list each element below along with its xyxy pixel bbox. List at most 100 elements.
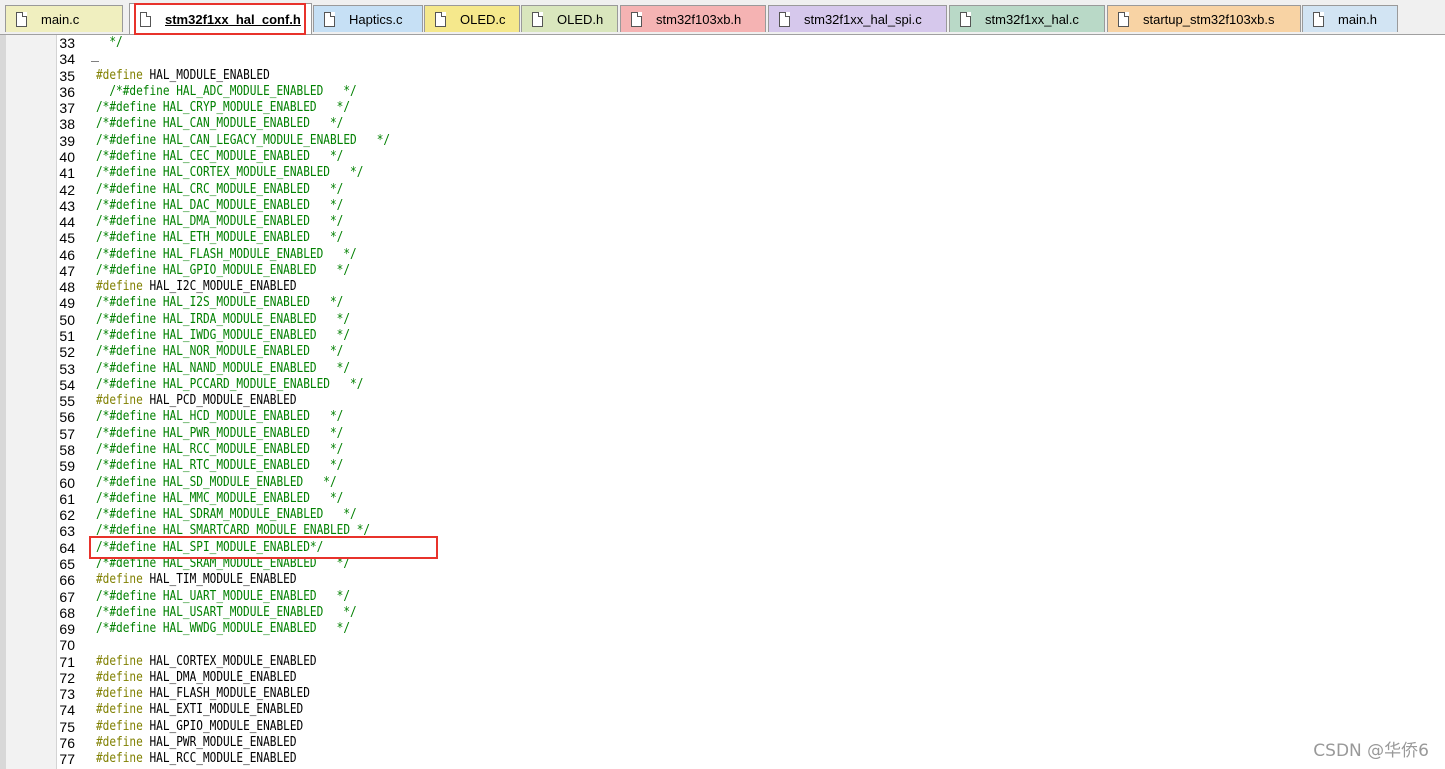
code-line[interactable]: /*#define HAL_IRDA_MODULE_ENABLED */	[96, 312, 350, 328]
code-line[interactable]: /*#define HAL_IWDG_MODULE_ENABLED */	[96, 328, 350, 344]
code-line[interactable]: /*#define HAL_SD_MODULE_ENABLED */	[96, 475, 337, 491]
code-line[interactable]: /*#define HAL_NOR_MODULE_ENABLED */	[96, 344, 343, 360]
preprocessor-keyword: #define	[96, 279, 143, 295]
code-line[interactable]: /*#define HAL_PCCARD_MODULE_ENABLED */	[96, 377, 363, 393]
line-number: 41	[59, 165, 75, 182]
tab-label: main.c	[41, 11, 80, 27]
file-icon	[960, 11, 971, 27]
line-number: 75	[59, 718, 75, 735]
comment-text: /*#define HAL_PWR_MODULE_ENABLED */	[96, 425, 344, 441]
watermark: CSDN @华侨6	[1313, 741, 1429, 761]
code-line[interactable]: /*#define HAL_SPI_MODULE_ENABLED*/	[96, 540, 323, 556]
code-line[interactable]: #define HAL_PWR_MODULE_ENABLED	[96, 735, 297, 751]
code-line[interactable]: /*#define HAL_RCC_MODULE_ENABLED */	[96, 442, 343, 458]
line-number: 50	[59, 311, 75, 328]
comment-text: /*#define HAL_SDRAM_MODULE_ENABLED */	[96, 507, 357, 523]
code-line[interactable]: /*#define HAL_MMC_MODULE_ENABLED */	[96, 491, 343, 507]
code-line[interactable]: #define HAL_RCC_MODULE_ENABLED	[96, 751, 297, 767]
line-number: 66	[59, 572, 75, 589]
comment-text: /*#define HAL_CRC_MODULE_ENABLED */	[96, 181, 344, 197]
code-line[interactable]: /*#define HAL_CEC_MODULE_ENABLED */	[96, 149, 343, 165]
line-number: 52	[59, 344, 75, 361]
code-line[interactable]: /*#define HAL_CORTEX_MODULE_ENABLED */	[96, 165, 363, 181]
comment-text: /*#define HAL_NAND_MODULE_ENABLED */	[96, 360, 351, 376]
tab-main-h[interactable]: main.h	[1302, 5, 1398, 32]
fold-collapse-icon[interactable]	[91, 61, 99, 62]
line-number: 72	[59, 669, 75, 686]
code-line[interactable]: */	[96, 35, 122, 51]
line-number: 63	[59, 523, 75, 540]
comment-text: /*#define HAL_UART_MODULE_ENABLED */	[96, 588, 351, 604]
code-line[interactable]: /*#define HAL_WWDG_MODULE_ENABLED */	[96, 621, 350, 637]
code-line[interactable]: #define HAL_TIM_MODULE_ENABLED	[96, 572, 297, 588]
code-line[interactable]: /*#define HAL_CRC_MODULE_ENABLED */	[96, 182, 343, 198]
code-line[interactable]: /*#define HAL_CRYP_MODULE_ENABLED */	[96, 100, 350, 116]
line-number: 73	[59, 686, 75, 703]
code-line[interactable]: /*#define HAL_UART_MODULE_ENABLED */	[96, 589, 350, 605]
tab-oled-c[interactable]: OLED.c	[424, 5, 520, 32]
code-line[interactable]: /*#define HAL_CAN_MODULE_ENABLED */	[96, 116, 343, 132]
line-number: 51	[59, 328, 75, 345]
line-number: 33	[59, 35, 75, 51]
comment-text: /*#define HAL_MMC_MODULE_ENABLED */	[96, 490, 344, 506]
file-icon	[16, 11, 27, 27]
tab-label: OLED.h	[557, 11, 604, 27]
tab-main-c[interactable]: main.c	[5, 5, 123, 32]
preprocessor-keyword: #define	[96, 718, 143, 734]
tab-stm32f103xb-h[interactable]: stm32f103xb.h	[620, 5, 766, 32]
code-line[interactable]: /*#define HAL_SDRAM_MODULE_ENABLED */	[96, 507, 357, 523]
code-line[interactable]: /*#define HAL_CAN_LEGACY_MODULE_ENABLED …	[96, 133, 390, 149]
comment-text: /*#define HAL_ETH_MODULE_ENABLED */	[96, 230, 344, 246]
code-line[interactable]: /*#define HAL_DAC_MODULE_ENABLED */	[96, 198, 343, 214]
code-line[interactable]: /*#define HAL_GPIO_MODULE_ENABLED */	[96, 263, 350, 279]
tab-stm32f1xx-hal-spi-c[interactable]: stm32f1xx_hal_spi.c	[768, 5, 947, 32]
code-line[interactable]: #define HAL_CORTEX_MODULE_ENABLED	[96, 654, 317, 670]
tab-stm32f1xx-hal-c[interactable]: stm32f1xx_hal.c	[949, 5, 1105, 32]
code-line[interactable]: /*#define HAL_NAND_MODULE_ENABLED */	[96, 361, 350, 377]
code-editor[interactable]: 33 */ 34 35 #define HAL_MODULE_ENABLED 36 /*…	[0, 35, 1445, 769]
line-number: 64	[59, 539, 75, 556]
tab-stm32f1xx-hal-conf-h[interactable]: stm32f1xx_hal_conf.h	[129, 3, 312, 34]
macro-name: HAL_PWR_MODULE_ENABLED	[142, 735, 297, 751]
tab-haptics-c[interactable]: Haptics.c	[313, 5, 423, 32]
line-number: 67	[59, 588, 75, 605]
tab-label: stm32f1xx_hal_spi.c	[804, 11, 922, 27]
comment-text: /*#define HAL_SRAM_MODULE_ENABLED */	[96, 555, 351, 571]
code-line[interactable]: /*#define HAL_ETH_MODULE_ENABLED */	[96, 230, 343, 246]
code-line[interactable]: /*#define HAL_SRAM_MODULE_ENABLED */	[96, 556, 350, 572]
preprocessor-keyword: #define	[96, 669, 143, 685]
file-icon	[532, 11, 543, 27]
macro-name: HAL_MODULE_ENABLED	[142, 67, 270, 83]
comment-text: /*#define HAL_I2S_MODULE_ENABLED */	[96, 295, 344, 311]
code-line[interactable]: #define HAL_FLASH_MODULE_ENABLED	[96, 686, 310, 702]
file-icon	[779, 11, 790, 27]
code-line[interactable]: /*#define HAL_FLASH_MODULE_ENABLED */	[96, 247, 357, 263]
code-line[interactable]: /*#define HAL_USART_MODULE_ENABLED */	[96, 605, 357, 621]
code-line[interactable]: /*#define HAL_I2S_MODULE_ENABLED */	[96, 295, 343, 311]
tab-startup-stm32f103xb-s[interactable]: startup_stm32f103xb.s	[1107, 5, 1301, 32]
tab-oled-h[interactable]: OLED.h	[521, 5, 618, 32]
comment-text: /*#define HAL_CEC_MODULE_ENABLED */	[96, 148, 344, 164]
code-line[interactable]: /*#define HAL_RTC_MODULE_ENABLED */	[96, 458, 343, 474]
code-line[interactable]: #define HAL_PCD_MODULE_ENABLED	[96, 393, 297, 409]
code-line[interactable]: /*#define HAL_PWR_MODULE_ENABLED */	[96, 426, 343, 442]
line-number: 36	[59, 83, 75, 100]
line-number: 35	[59, 67, 75, 84]
code-line[interactable]: /*#define HAL_SMARTCARD_MODULE_ENABLED *…	[96, 523, 370, 539]
code-line[interactable]: #define HAL_EXTI_MODULE_ENABLED	[96, 702, 303, 718]
line-number: 58	[59, 442, 75, 458]
comment-text: /*#define HAL_HCD_MODULE_ENABLED */	[96, 409, 344, 425]
line-number: 48	[59, 279, 75, 296]
code-line[interactable]: #define HAL_I2C_MODULE_ENABLED	[96, 279, 297, 295]
code-line[interactable]: /*#define HAL_ADC_MODULE_ENABLED */	[96, 84, 356, 100]
code-line[interactable]: /*#define HAL_DMA_MODULE_ENABLED */	[96, 214, 343, 230]
line-number: 39	[59, 132, 75, 149]
line-number: 61	[59, 490, 75, 507]
tab-label: stm32f1xx_hal_conf.h	[165, 11, 301, 27]
code-line[interactable]: #define HAL_DMA_MODULE_ENABLED	[96, 670, 297, 686]
preprocessor-keyword: #define	[96, 735, 143, 751]
code-line[interactable]: #define HAL_GPIO_MODULE_ENABLED	[96, 719, 303, 735]
code-line[interactable]: #define HAL_MODULE_ENABLED	[96, 68, 270, 84]
code-line[interactable]: /*#define HAL_HCD_MODULE_ENABLED */	[96, 409, 343, 425]
preprocessor-keyword: #define	[96, 751, 143, 767]
